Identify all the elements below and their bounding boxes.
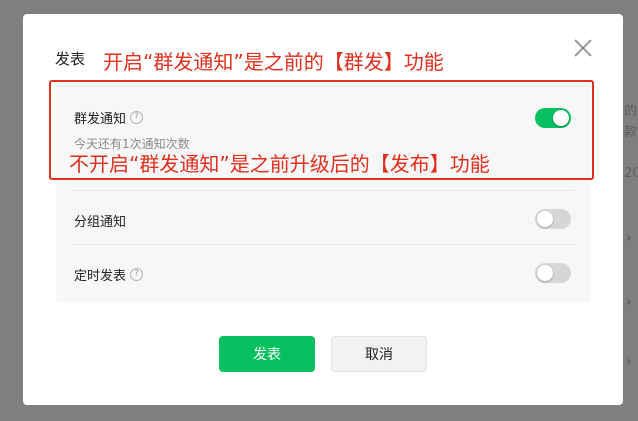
scheduled-publish-toggle[interactable] xyxy=(535,263,571,283)
annotation-middle: 不开启“群发通知”是之前升级后的【发布】功能 xyxy=(69,152,490,176)
chevron-right-icon: › xyxy=(626,294,632,310)
scheduled-publish-label: 定时发表 xyxy=(74,269,127,284)
divider xyxy=(72,190,575,191)
group-notify-label: 分组通知 xyxy=(74,215,127,230)
chevron-right-icon: › xyxy=(626,230,632,246)
toggle-knob xyxy=(537,211,553,227)
close-icon[interactable] xyxy=(571,36,595,60)
group-notify-toggle[interactable] xyxy=(535,209,571,229)
help-icon[interactable]: ? xyxy=(130,268,144,281)
chevron-right-icon: › xyxy=(626,354,632,370)
divider xyxy=(72,244,575,245)
publish-dialog: 发表 开启“群发通知”是之前的【群发】功能 群发通知 ? 今天还有1次通知次数 … xyxy=(23,14,623,405)
cancel-button[interactable]: 取消 xyxy=(331,336,427,372)
dialog-title: 发表 xyxy=(55,50,86,68)
toggle-knob xyxy=(537,265,553,281)
annotation-top: 开启“群发通知”是之前的【群发】功能 xyxy=(103,50,444,74)
background-text-fragment: 20 xyxy=(624,166,638,181)
scheduled-publish-label-group: 定时发表 ? xyxy=(74,265,144,284)
background-text-fragment: 的 xyxy=(624,104,638,119)
background-text-fragment: 款 xyxy=(624,125,638,140)
publish-button[interactable]: 发表 xyxy=(219,336,315,372)
group-notify-label-group: 分组通知 xyxy=(74,211,126,230)
